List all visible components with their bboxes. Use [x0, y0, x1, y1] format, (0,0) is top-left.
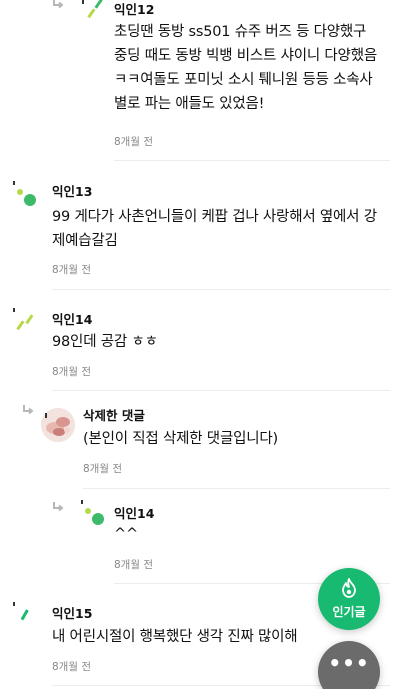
comment-time: 8개월 전 — [52, 366, 91, 378]
comment-time: 8개월 전 — [52, 661, 91, 673]
comment-text-line: 중딩 때도 동방 빅뱅 비스트 샤이니 다양했음 — [114, 48, 377, 64]
comment-author[interactable]: 익인12 — [114, 0, 154, 18]
avatar — [10, 600, 38, 628]
comment-text-line: ㅋㅋ여돌도 포미닛 소시 퉤니원 등등 소속사 — [114, 72, 373, 88]
avatar-marker — [45, 404, 49, 423]
comment-text: 초딩땐 동방 ss501 슈주 버즈 등 다양했구 중딩 때도 동방 빅뱅 비스… — [114, 20, 377, 116]
comment-time: 8개월 전 — [114, 559, 153, 571]
comment-text-line: 초딩땐 동방 ss501 슈주 버즈 등 다양했구 — [114, 24, 367, 40]
reply-arrow-icon — [52, 0, 64, 13]
divider — [52, 289, 390, 290]
comment-author[interactable]: 익인14 — [52, 309, 92, 328]
comment-author[interactable]: 익인14 — [114, 503, 154, 522]
comment-author[interactable]: 익인13 — [52, 181, 92, 200]
comment-text-line: 제예습갈김 — [52, 233, 118, 249]
comment-author: 삭제한 댓글 — [83, 408, 145, 423]
avatar — [80, 0, 108, 24]
comment-author[interactable]: 익인15 — [52, 603, 92, 622]
comment-text: (본인이 직접 삭제한 댓글입니다) — [83, 427, 278, 451]
more-dots-icon: ••• — [328, 651, 370, 675]
fire-icon — [340, 578, 358, 602]
reply-arrow-icon — [22, 404, 34, 419]
comment-time: 8개월 전 — [114, 136, 153, 148]
comment-text-line: 98인데 공감 ㅎㅎ — [52, 334, 158, 350]
comment-text-line: (본인이 직접 삭제한 댓글입니다) — [83, 431, 278, 447]
popular-posts-label: 인기글 — [332, 605, 366, 619]
avatar — [10, 306, 38, 334]
comment-text: 내 어린시절이 행복했단 생각 진짜 많이해 — [52, 625, 298, 649]
comment-text: 99 게다가 사촌언니들이 케팝 겁나 사랑해서 옆에서 강 제예습갈김 — [52, 205, 377, 253]
comment-time: 8개월 전 — [83, 463, 122, 475]
more-button[interactable]: ••• — [318, 641, 380, 689]
reply-arrow-icon — [52, 501, 64, 516]
comment-text-line: ^^ — [114, 526, 138, 542]
comment-time: 8개월 전 — [52, 264, 91, 276]
divider — [83, 488, 390, 489]
popular-posts-button[interactable]: 인기글 — [318, 568, 380, 630]
avatar — [10, 180, 38, 208]
comment-text-line: 별로 파는 애들도 있었음! — [114, 96, 265, 112]
comment-text: ^^ — [114, 522, 138, 546]
comment-text: 98인데 공감 ㅎㅎ — [52, 330, 158, 354]
comment-text-line: 내 어린시절이 행복했단 생각 진짜 많이해 — [52, 629, 298, 645]
divider — [114, 160, 390, 161]
divider — [52, 390, 390, 391]
comment-text-line: 99 게다가 사촌언니들이 케팝 겁나 사랑해서 옆에서 강 — [52, 209, 377, 225]
avatar — [78, 499, 106, 527]
